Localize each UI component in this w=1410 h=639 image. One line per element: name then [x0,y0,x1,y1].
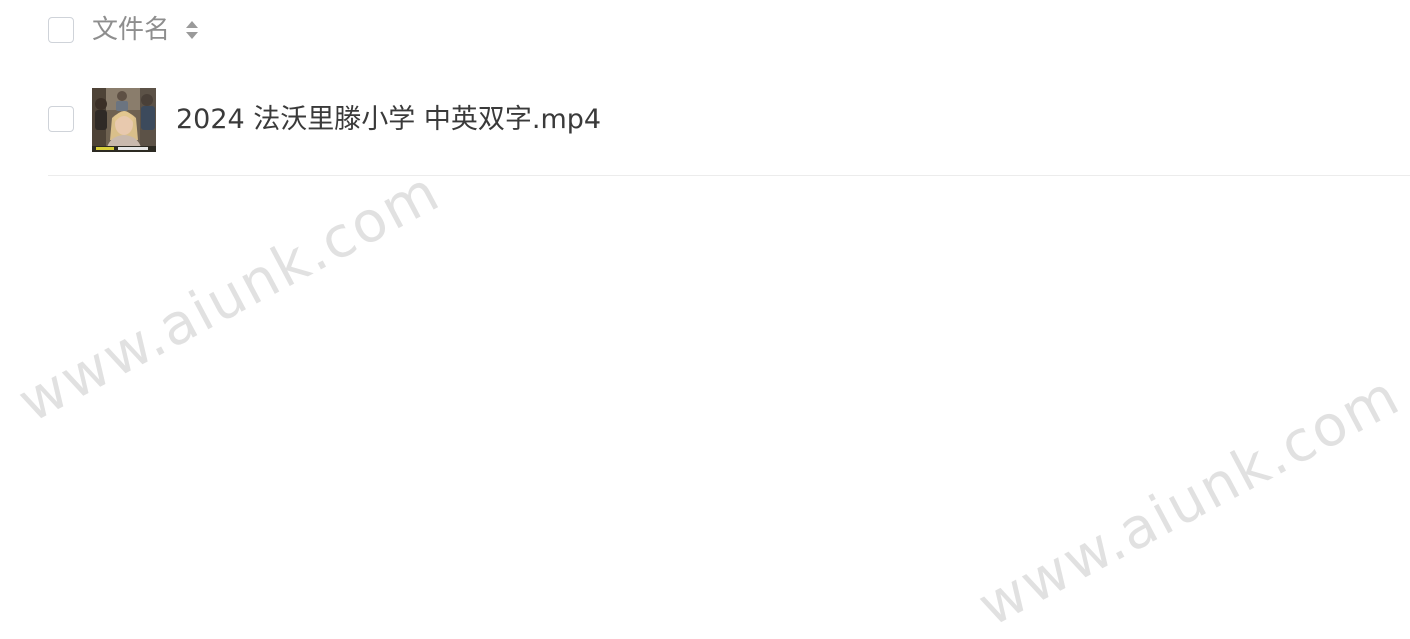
watermark-text: www.aiunk.com [968,362,1410,639]
watermark-text: www.aiunk.com [8,158,451,436]
video-thumbnail[interactable] [92,88,156,152]
file-checkbox[interactable] [48,106,74,132]
list-header: 文件名 [48,0,1410,62]
select-all-checkbox[interactable] [48,17,74,43]
file-row[interactable]: 2024 法沃里滕小学 中英双字.mp4 [48,62,1410,176]
sort-up-down-icon[interactable] [184,18,200,42]
file-list: 文件名 2024 法沃里滕小学 中英双字.mp4 [48,0,1410,176]
column-header-filename[interactable]: 文件名 [92,12,170,48]
file-name-link[interactable]: 2024 法沃里滕小学 中英双字.mp4 [176,102,601,138]
